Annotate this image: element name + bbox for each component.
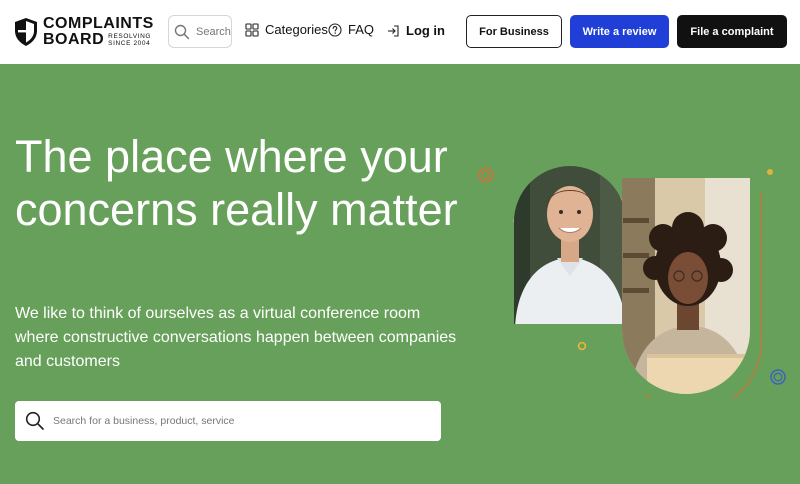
nav-login-label: Log in: [406, 23, 445, 38]
brand-tagline-1: RESOLVING: [108, 33, 152, 40]
nav-faq-label: FAQ: [348, 22, 375, 37]
grid-icon: [245, 22, 259, 37]
hero-search-placeholder: Search for a business, product, service: [53, 415, 235, 427]
site-header: COMPLAINTS BOARD RESOLVING SINCE 2004 Se…: [0, 0, 800, 64]
nav-categories-label: Categories: [265, 22, 328, 37]
write-review-button[interactable]: Write a review: [570, 15, 669, 48]
login-arrow-icon: [388, 24, 399, 37]
hero-title: The place where your concerns really mat…: [15, 131, 458, 235]
hero-section: The place where your concerns really mat…: [0, 64, 800, 484]
woman-photo: [622, 178, 750, 394]
header-search-label: Search: [196, 25, 231, 38]
brand-logo[interactable]: COMPLAINTS BOARD RESOLVING SINCE 2004: [14, 16, 154, 48]
blue-ring-icon: [770, 369, 786, 385]
hero-people-illustration: [513, 166, 763, 398]
nav-login[interactable]: Log in: [386, 23, 445, 38]
brand-name-line2: BOARD: [43, 31, 105, 48]
brand-name-line1: COMPLAINTS: [43, 15, 154, 32]
search-icon: [25, 411, 44, 430]
nav-faq[interactable]: FAQ: [328, 22, 374, 37]
shield-logo-icon: [15, 18, 37, 46]
brand-tagline-2: SINCE 2004: [108, 40, 151, 47]
search-icon: [174, 24, 190, 39]
question-circle-icon: [328, 22, 342, 37]
nav-categories[interactable]: Categories: [245, 22, 328, 37]
hero-search-input[interactable]: Search for a business, product, service: [15, 401, 441, 441]
orange-ring-icon: [478, 167, 494, 183]
man-photo: [514, 166, 626, 324]
hero-description: We like to think of ourselves as a virtu…: [15, 305, 457, 370]
header-search-button[interactable]: Search: [168, 15, 232, 48]
file-complaint-button[interactable]: File a complaint: [677, 15, 787, 48]
for-business-button[interactable]: For Business: [466, 15, 562, 48]
